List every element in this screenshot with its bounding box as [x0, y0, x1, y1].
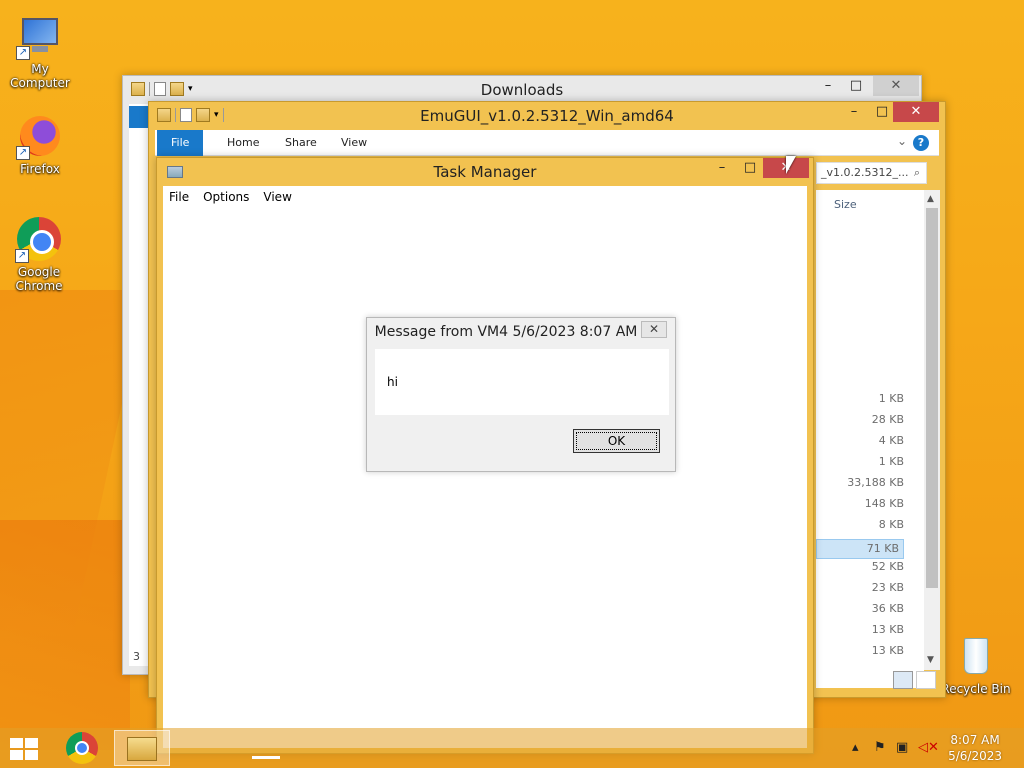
- close-button[interactable]: ✕: [873, 76, 919, 96]
- details-view-icon[interactable]: [893, 671, 913, 689]
- scroll-up-icon[interactable]: ▲: [927, 194, 934, 204]
- desktop-icon-label: My Computer: [10, 62, 70, 90]
- action-center-flag-icon[interactable]: ⚑: [874, 740, 886, 755]
- taskbar-file-explorer[interactable]: [114, 730, 170, 766]
- vertical-scrollbar[interactable]: ▲ ▼: [924, 190, 940, 670]
- desktop-icon-firefox[interactable]: ↗ Firefox: [0, 112, 80, 176]
- chrome-icon: ↗: [15, 215, 63, 263]
- windows-logo-icon: [25, 738, 38, 748]
- file-size-cell[interactable]: 13 KB: [804, 644, 904, 657]
- window-title: Downloads: [480, 81, 564, 99]
- shortcut-arrow-icon: ↗: [15, 249, 29, 263]
- maximize-button[interactable]: □: [869, 102, 895, 122]
- menu-bar: File Options View: [163, 186, 807, 208]
- desktop-icon-my-computer[interactable]: ↗ My Computer: [0, 12, 80, 90]
- taskbar-app[interactable]: [178, 730, 234, 766]
- network-icon[interactable]: ▣: [896, 740, 908, 755]
- windows-logo-icon: [10, 750, 23, 760]
- taskbar-chrome[interactable]: [54, 730, 110, 766]
- status-item-count: 3: [133, 650, 140, 663]
- system-tray: ▴ ⚑ ▣ ◁✕ 8:07 AM 5/6/2023: [844, 728, 1024, 768]
- expand-ribbon-chevron-icon[interactable]: ⌄: [897, 134, 907, 148]
- desktop-icon-recycle-bin[interactable]: Recycle Bin: [936, 632, 1016, 696]
- task-manager-content: [163, 208, 807, 748]
- file-size-cell[interactable]: 36 KB: [804, 602, 904, 615]
- minimize-button[interactable]: –: [815, 76, 841, 96]
- tab-view[interactable]: View: [327, 130, 381, 156]
- title-bar[interactable]: ▾ EmuGUI_v1.0.2.5312_Win_amd64 – □ ✕: [149, 102, 945, 130]
- address-bar[interactable]: _v1.0.2.5312_... ⌕: [816, 162, 927, 184]
- file-tab[interactable]: [129, 106, 149, 128]
- message-dialog[interactable]: Message from VM4 5/6/2023 8:07 AM ✕ hi O…: [366, 317, 676, 472]
- file-size-cell[interactable]: 23 KB: [804, 581, 904, 594]
- maximize-button[interactable]: □: [843, 76, 869, 96]
- window-title: EmuGUI_v1.0.2.5312_Win_amd64: [420, 107, 674, 125]
- volume-muted-icon[interactable]: ◁✕: [918, 740, 939, 755]
- task-manager-icon: [252, 756, 280, 759]
- dialog-body: hi: [375, 349, 669, 415]
- help-icon[interactable]: ?: [913, 135, 929, 151]
- desktop-icon-label: Firefox: [20, 162, 60, 176]
- scroll-down-icon[interactable]: ▼: [927, 655, 934, 665]
- file-size-cell[interactable]: 33,188 KB: [804, 476, 904, 489]
- window-content: 3: [129, 104, 149, 666]
- file-size-cell[interactable]: 52 KB: [804, 560, 904, 573]
- clock-date: 5/6/2023: [948, 749, 1002, 763]
- ok-button[interactable]: OK: [573, 429, 660, 453]
- address-text: _v1.0.2.5312_...: [821, 166, 909, 179]
- tab-share[interactable]: Share: [271, 130, 331, 156]
- file-size-cell[interactable]: 13 KB: [804, 623, 904, 636]
- computer-icon: ↗: [16, 12, 64, 60]
- title-bar[interactable]: Task Manager – □ ✕: [157, 158, 813, 186]
- large-icons-view-icon[interactable]: [916, 671, 936, 689]
- file-explorer-icon: [127, 737, 157, 761]
- taskbar-task-manager[interactable]: [238, 730, 294, 766]
- windows-logo-icon: [25, 750, 38, 760]
- tab-file[interactable]: File: [157, 130, 204, 156]
- dialog-title: Message from VM4 5/6/2023 8:07 AM: [374, 324, 638, 340]
- tab-home[interactable]: Home: [213, 130, 273, 156]
- firefox-icon: ↗: [16, 112, 64, 160]
- clock-time: 8:07 AM: [950, 733, 1000, 747]
- file-size-cell[interactable]: 71 KB: [816, 539, 904, 559]
- shortcut-arrow-icon: ↗: [16, 146, 30, 160]
- wallpaper-shape: [0, 520, 130, 750]
- maximize-button[interactable]: □: [737, 158, 763, 178]
- desktop-icon-label: Google Chrome: [15, 265, 63, 293]
- desktop-icon-google-chrome[interactable]: ↗ Google Chrome: [0, 215, 78, 293]
- scrollbar-thumb[interactable]: [926, 208, 938, 588]
- dialog-close-button[interactable]: ✕: [641, 321, 667, 338]
- title-bar[interactable]: ▾ Downloads – □ ✕: [123, 76, 921, 104]
- recycle-bin-icon: [952, 632, 1000, 680]
- file-list: Size 1 KB 28 KB 4 KB 1 KB 33,188 KB 148 KB 8 K…: [816, 190, 924, 688]
- file-size-cell[interactable]: 1 KB: [804, 392, 904, 405]
- menu-file[interactable]: File: [169, 190, 189, 204]
- search-icon[interactable]: ⌕: [914, 163, 920, 183]
- taskbar: ▴ ⚑ ▣ ◁✕ 8:07 AM 5/6/2023: [0, 728, 1024, 768]
- file-size-cell[interactable]: 1 KB: [804, 455, 904, 468]
- file-size-cell[interactable]: 4 KB: [804, 434, 904, 447]
- column-header-size[interactable]: Size: [834, 198, 857, 211]
- file-size-cell[interactable]: 148 KB: [804, 497, 904, 510]
- start-button[interactable]: [10, 738, 40, 760]
- windows-logo-icon: [10, 738, 23, 748]
- minimize-button[interactable]: –: [841, 102, 867, 122]
- menu-options[interactable]: Options: [203, 190, 249, 204]
- dialog-message: hi: [387, 375, 398, 389]
- clock[interactable]: 8:07 AM 5/6/2023: [948, 732, 1002, 764]
- menu-view[interactable]: View: [263, 190, 291, 204]
- shortcut-arrow-icon: ↗: [16, 46, 30, 60]
- close-button[interactable]: ✕: [893, 102, 939, 122]
- minimize-button[interactable]: –: [709, 158, 735, 178]
- mouse-cursor-icon: [786, 156, 796, 174]
- ribbon-tabs: File Home Share View ⌄ ?: [155, 130, 939, 156]
- file-size-cell[interactable]: 28 KB: [804, 413, 904, 426]
- show-hidden-icons-icon[interactable]: ▴: [852, 740, 859, 755]
- chrome-icon: [66, 732, 98, 764]
- desktop-icon-label: Recycle Bin: [941, 682, 1011, 696]
- file-size-cell[interactable]: 8 KB: [804, 518, 904, 531]
